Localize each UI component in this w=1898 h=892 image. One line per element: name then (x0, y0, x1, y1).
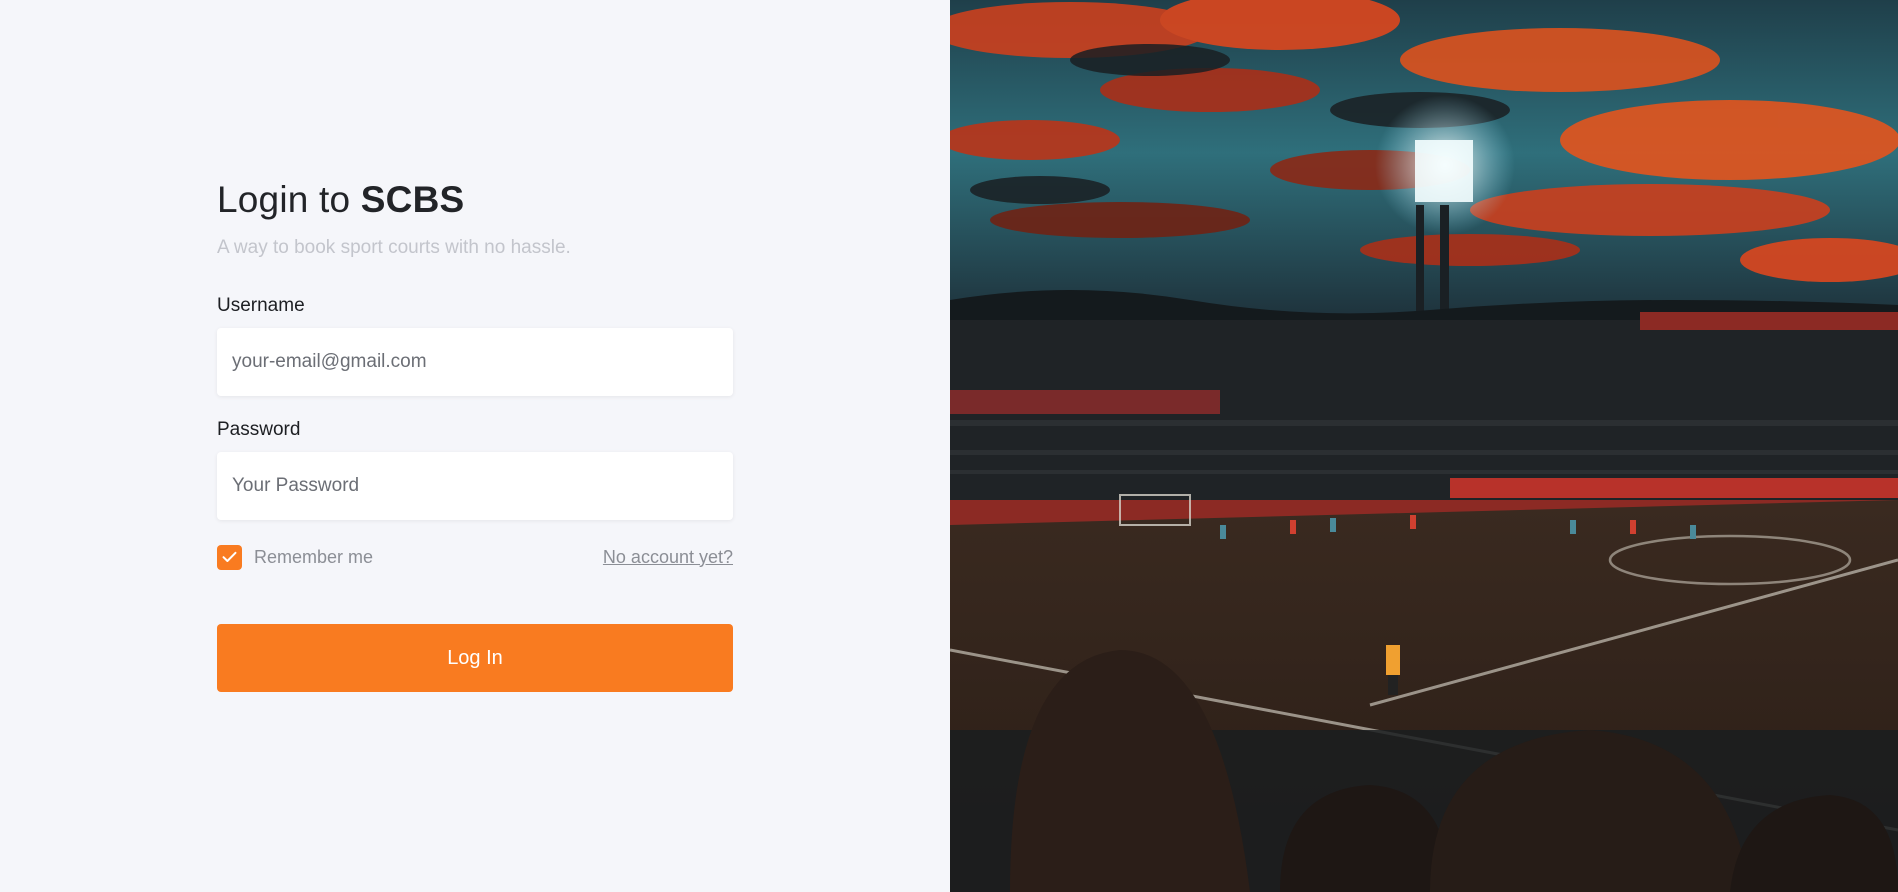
no-account-link[interactable]: No account yet? (603, 547, 733, 568)
stadium-photo-icon (950, 0, 1898, 892)
username-label: Username (217, 295, 305, 316)
checkmark-icon (222, 551, 237, 562)
hero-image (950, 0, 1898, 892)
password-label: Password (217, 419, 301, 440)
username-input[interactable] (217, 328, 733, 396)
page-subtitle: A way to book sport courts with no hassl… (217, 237, 571, 258)
page-title: Login to SCBS (217, 176, 733, 224)
title-prefix: Login to (217, 179, 351, 220)
login-panel: Login to SCBS A way to book sport courts… (0, 0, 950, 892)
remember-me-checkbox[interactable] (217, 544, 242, 570)
options-row: Remember me No account yet? (217, 544, 733, 570)
remember-me-toggle[interactable]: Remember me (217, 544, 374, 570)
brand-name: SCBS (360, 179, 465, 220)
login-button[interactable]: Log In (217, 624, 733, 692)
password-input[interactable] (217, 452, 733, 520)
login-form: Login to SCBS A way to book sport courts… (217, 176, 733, 692)
login-page: Login to SCBS A way to book sport courts… (0, 0, 1898, 892)
remember-me-label: Remember me (254, 546, 374, 567)
